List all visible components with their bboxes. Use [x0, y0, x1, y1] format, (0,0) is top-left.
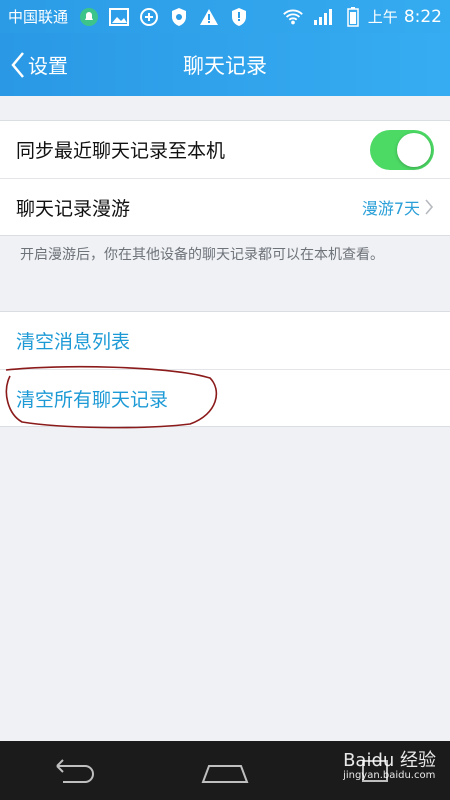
back-button[interactable]: 设置: [10, 33, 68, 96]
chevron-right-icon: [425, 199, 434, 215]
back-label: 设置: [28, 54, 68, 78]
back-key[interactable]: [45, 751, 105, 791]
clear-all-records-button[interactable]: 清空所有聊天记录: [0, 369, 450, 426]
time-period: 上午: [367, 8, 398, 26]
sync-icon: [138, 6, 160, 28]
clear-actions-group: 清空消息列表 清空所有聊天记录: [0, 311, 450, 427]
sync-toggle[interactable]: [370, 129, 434, 170]
watermark-brand: Baidu 经验: [343, 750, 436, 771]
wifi-icon: [282, 6, 304, 28]
roam-label: 聊天记录漫游: [16, 197, 131, 220]
sync-row: 同步最近聊天记录至本机: [0, 121, 450, 178]
shield-icon: [168, 6, 190, 28]
warning-icon: [198, 6, 220, 28]
signal-icon: [312, 6, 334, 28]
nav-bar: 设置 聊天记录: [0, 33, 450, 96]
roam-value: 漫游7天: [361, 199, 420, 218]
clock: 8:22: [403, 6, 442, 27]
sync-settings-group: 同步最近聊天记录至本机 聊天记录漫游 漫游7天: [0, 120, 450, 236]
clear-message-list-button[interactable]: 清空消息列表: [0, 312, 450, 369]
watermark-url: jingyan.baidu.com: [343, 770, 436, 781]
roam-value-wrap: 漫游7天: [362, 195, 434, 219]
back-arrow-icon: [56, 758, 94, 783]
toggle-knob: [397, 132, 431, 167]
status-bar: 中国联通 上午 8:22: [0, 0, 450, 33]
sync-label: 同步最近聊天记录至本机: [16, 140, 226, 162]
battery-icon: [342, 6, 364, 28]
home-icon: [201, 764, 249, 783]
shield-alert-icon: [228, 6, 250, 28]
roam-row[interactable]: 聊天记录漫游 漫游7天: [0, 178, 450, 235]
carrier-label: 中国联通: [8, 8, 69, 26]
roam-note: 开启漫游后，你在其他设备的聊天记录都可以在本机查看。: [20, 247, 384, 263]
chevron-left-icon: [11, 51, 24, 78]
image-icon: [108, 6, 130, 28]
baidu-watermark: Baidu 经验 jingyan.baidu.com: [343, 746, 436, 781]
bell-icon: [78, 6, 100, 28]
home-key[interactable]: [195, 751, 255, 791]
